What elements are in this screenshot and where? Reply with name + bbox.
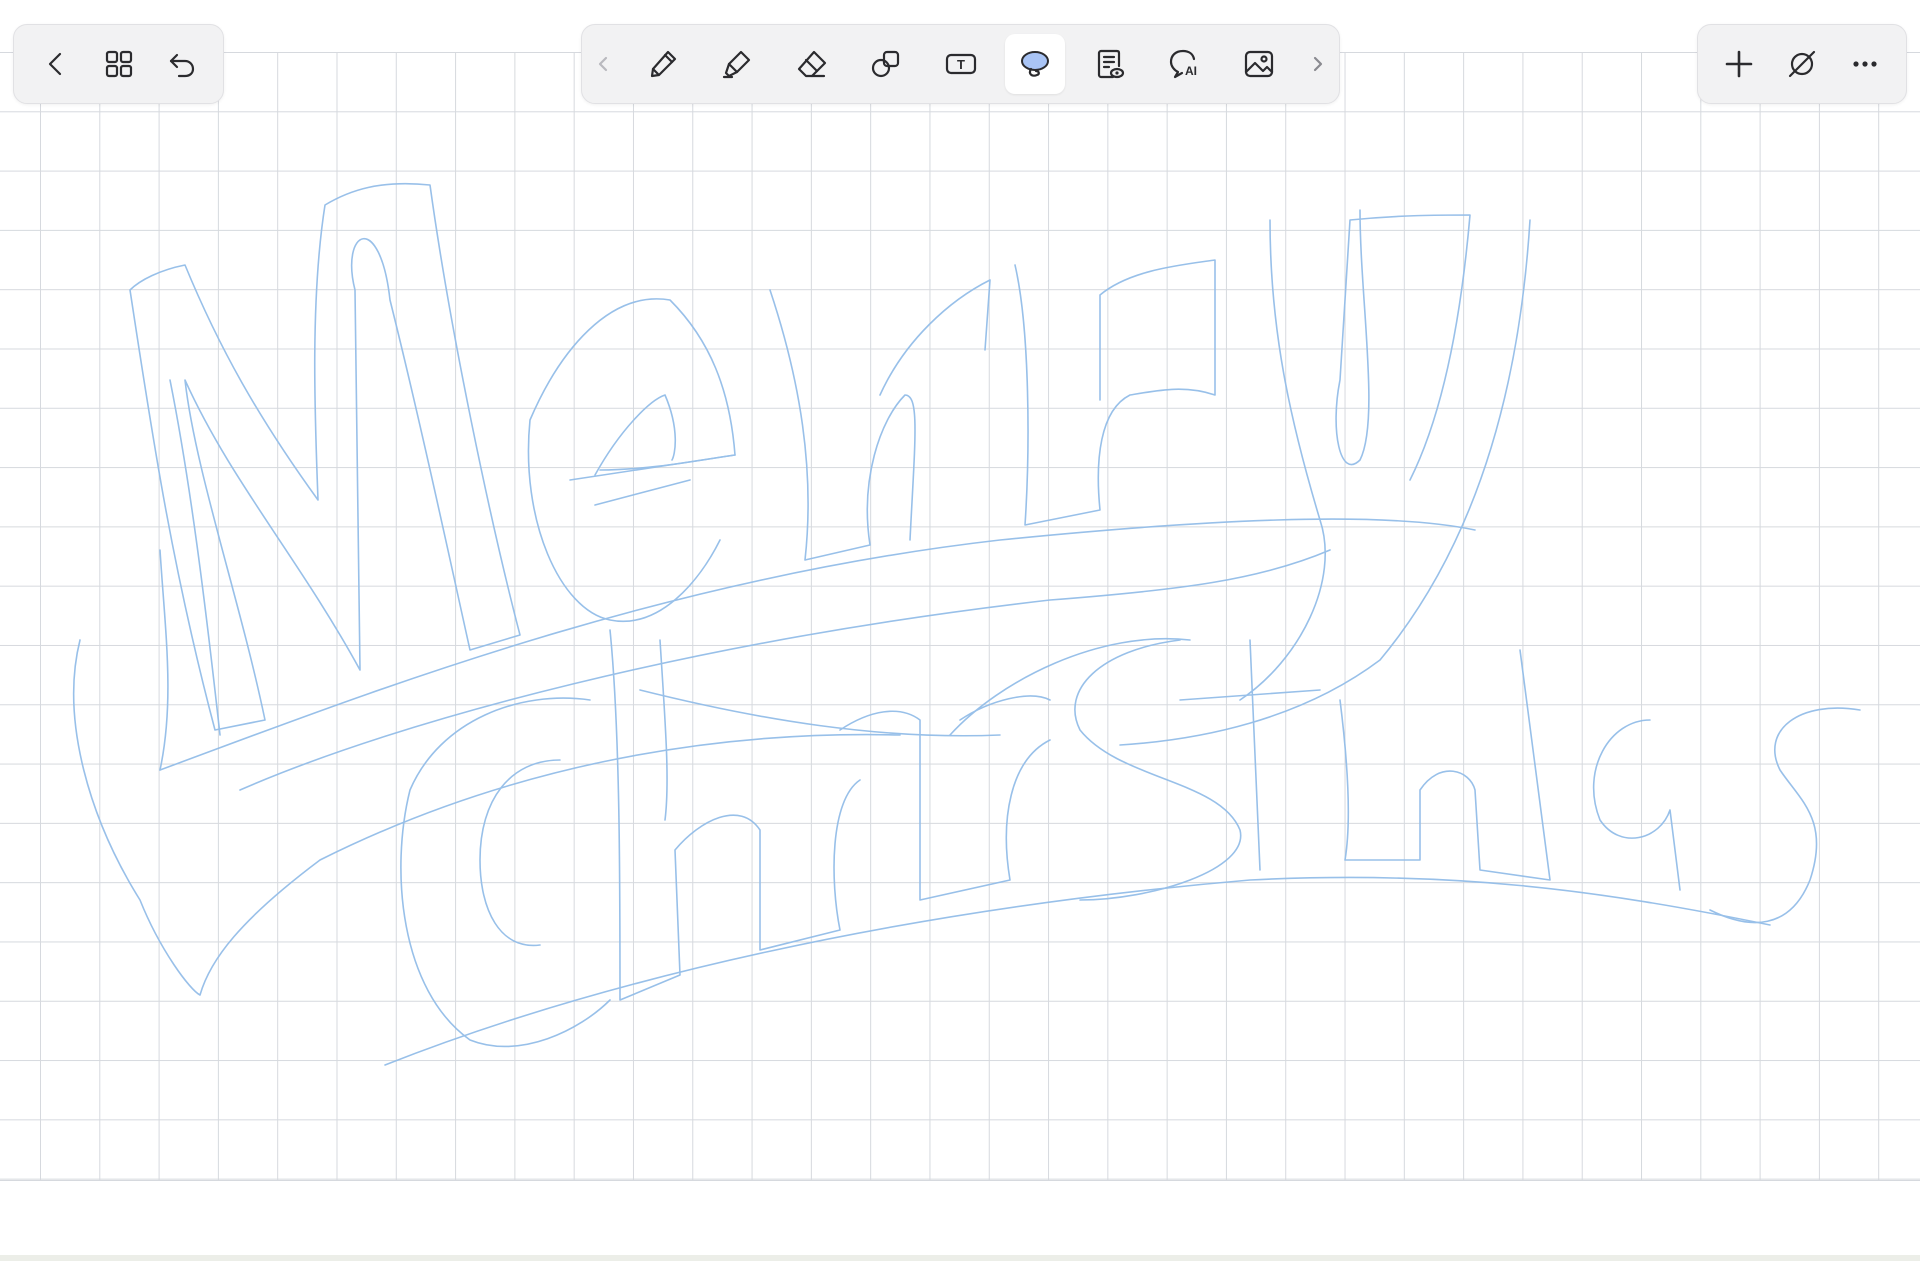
ink-stroke-swash4 [72, 639, 901, 996]
undo-button[interactable] [152, 34, 212, 94]
ink-stroke-c [400, 697, 611, 1048]
ink-stroke-t [1179, 639, 1321, 871]
pen-disabled-icon [1788, 50, 1816, 78]
ink-stroke-r2 [1014, 259, 1216, 526]
highlighter-tool-button[interactable] [707, 34, 767, 94]
eraser-tool-button[interactable] [782, 34, 842, 94]
more-icon [1853, 61, 1877, 67]
undo-icon [169, 53, 194, 78]
ink-stroke-m3 [1339, 649, 1551, 881]
ink-stroke-s [1074, 639, 1242, 901]
chevron-right-icon [1313, 56, 1323, 72]
ink-stroke-swash2 [239, 549, 1331, 791]
text-box-tool-button[interactable]: T [931, 34, 991, 94]
ink-stroke-m2 [159, 379, 221, 771]
chevron-left-icon [598, 56, 608, 72]
highlighter-icon [722, 50, 751, 79]
handwritten-sketch [72, 182, 1861, 1066]
toolbar-right [1697, 24, 1907, 104]
ai-chat-button[interactable]: AI [1154, 34, 1214, 94]
tools-scroll-left-button[interactable] [588, 34, 618, 94]
pen-icon [650, 50, 676, 78]
add-page-button[interactable] [1709, 34, 1769, 94]
ink-stroke-ri [839, 695, 1051, 901]
toolbar-left [13, 24, 224, 104]
pages-button[interactable] [89, 34, 149, 94]
ink-stroke-a [1592, 719, 1681, 891]
lasso-icon [1021, 51, 1049, 77]
grid-view-icon [105, 50, 132, 78]
lasso-tool-button[interactable] [1005, 34, 1065, 94]
document-review-icon [1097, 49, 1124, 79]
insert-image-button[interactable] [1229, 34, 1289, 94]
note-canvas[interactable] [0, 0, 1920, 1261]
plus-icon [1726, 50, 1753, 78]
document-review-button[interactable] [1080, 34, 1140, 94]
tools-scroll-right-button[interactable] [1303, 34, 1333, 94]
toolbar-tools: T AI [581, 24, 1340, 104]
shapes-tool-button[interactable] [856, 34, 916, 94]
text-box-icon: T [945, 53, 976, 75]
ink-stroke-m [129, 182, 521, 731]
ink-stroke-swash3 [384, 876, 1771, 1066]
ink-stroke-e2 [569, 394, 736, 506]
text-box-badge: T [957, 57, 965, 72]
toggle-pen-button[interactable] [1772, 34, 1832, 94]
image-icon [1244, 50, 1273, 78]
shapes-icon [871, 50, 900, 78]
ink-stroke-y [1119, 209, 1531, 746]
ink-stroke-r1 [769, 279, 991, 561]
pen-tool-button[interactable] [633, 34, 693, 94]
back-button[interactable] [26, 34, 86, 94]
ai-badge: AI [1185, 64, 1197, 78]
ai-chat-icon: AI [1169, 49, 1197, 79]
eraser-icon [797, 50, 826, 78]
chevron-left-icon [48, 52, 61, 76]
ink-stroke-h [609, 629, 861, 1001]
ink-stroke-s2 [1709, 707, 1861, 924]
ink-stroke-loop [639, 638, 1191, 737]
more-button[interactable] [1835, 34, 1895, 94]
